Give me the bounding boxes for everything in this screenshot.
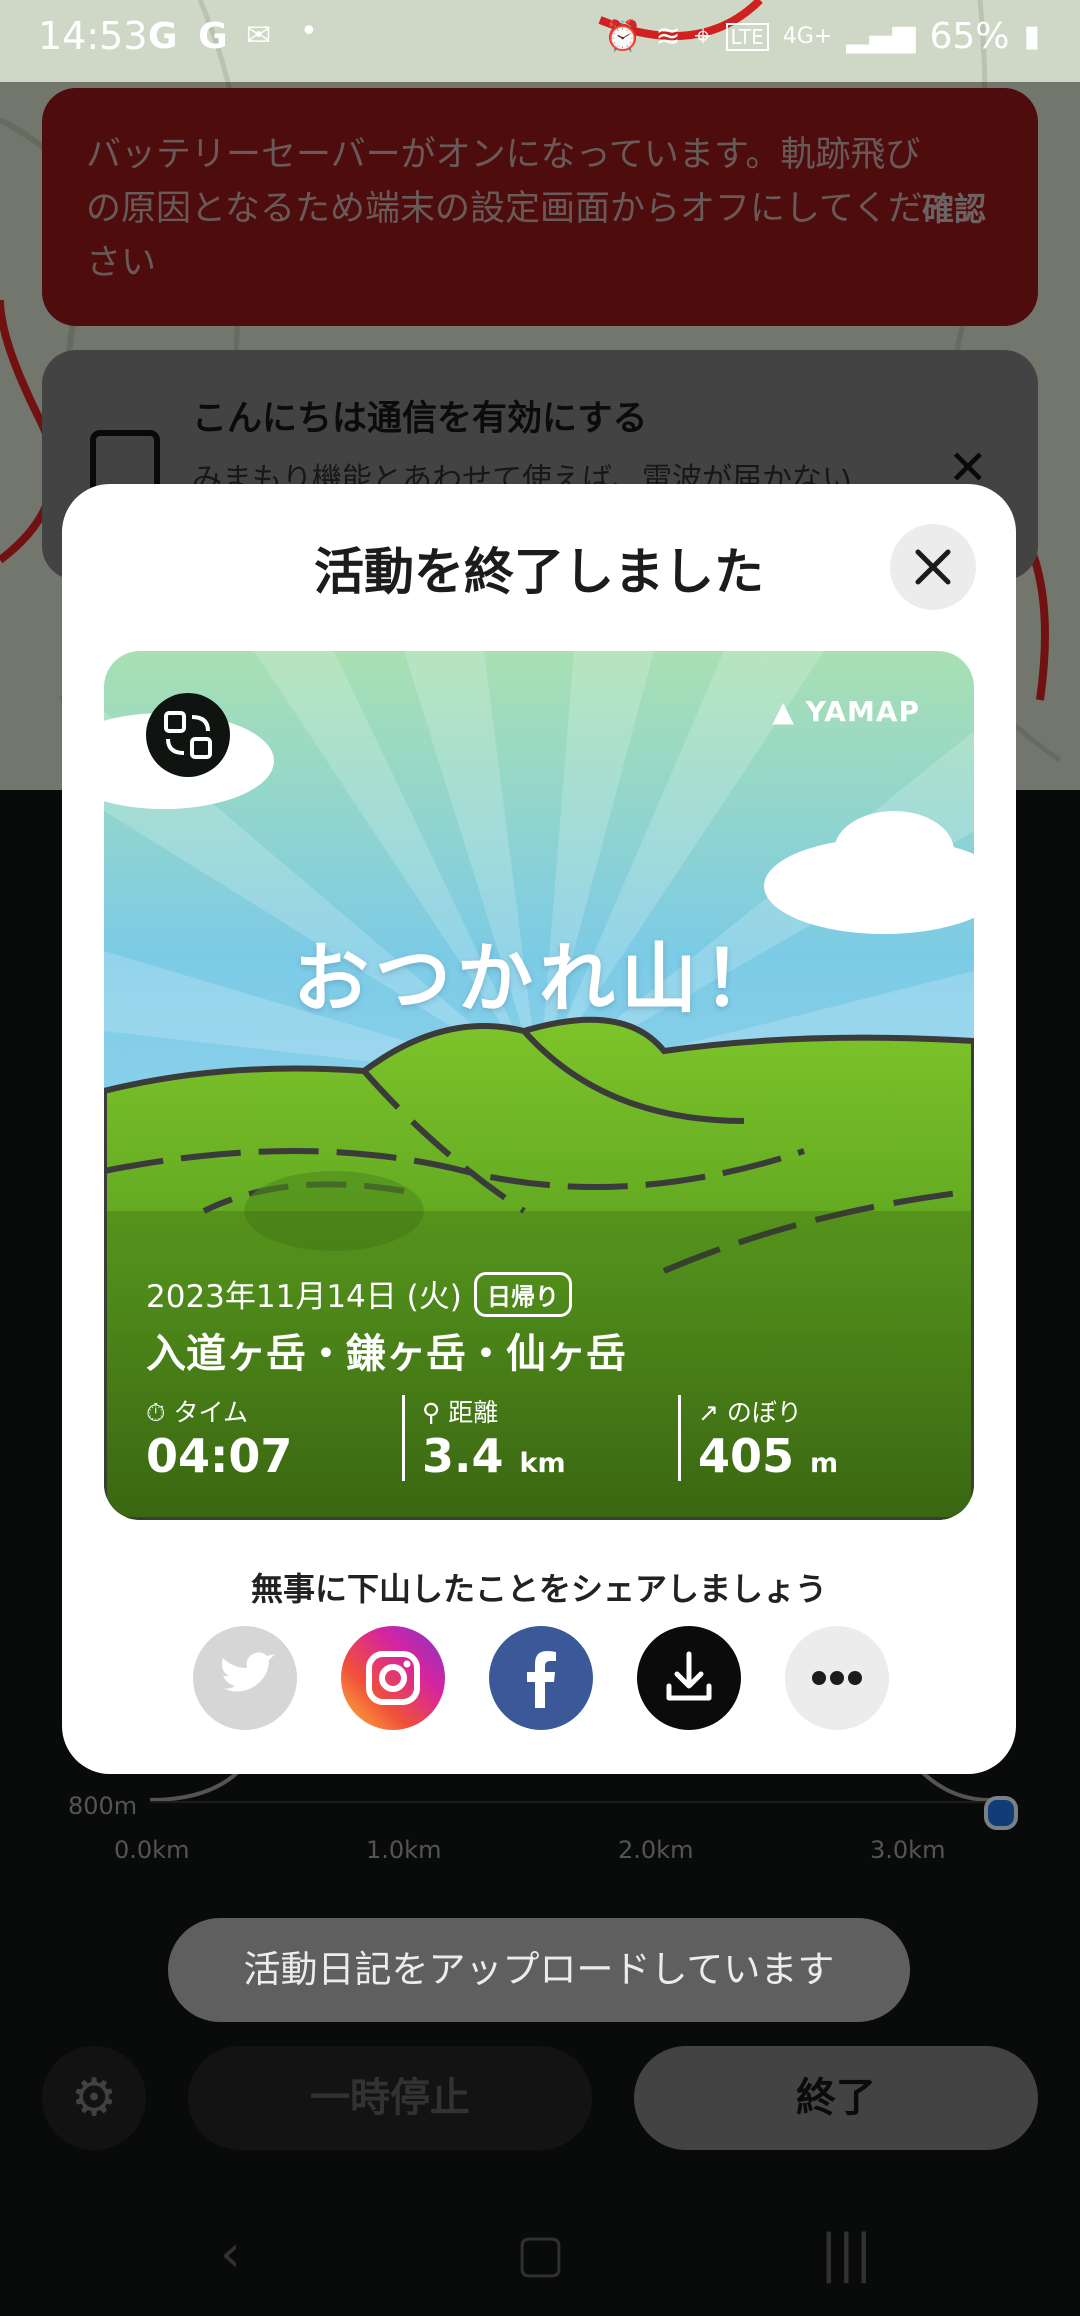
route-pin-icon: ⚲ — [422, 1398, 441, 1427]
download-icon — [666, 1651, 712, 1701]
climb-stat-value: 405 m — [698, 1429, 839, 1483]
mail-icon: ✉ — [246, 18, 272, 53]
instagram-icon — [366, 1651, 420, 1705]
google-notification-icons: G G — [148, 16, 232, 57]
dot-icon: • — [300, 14, 318, 49]
close-button[interactable] — [890, 524, 976, 610]
facebook-icon — [527, 1651, 556, 1708]
twitter-share-button[interactable] — [193, 1626, 297, 1730]
climb-stat-label: ↗ のぼり — [698, 1398, 802, 1427]
close-icon — [915, 549, 951, 585]
upload-toast: 活動日記をアップロードしています — [168, 1918, 910, 2022]
distance-stat-value: 3.4 km — [422, 1429, 566, 1483]
climb-unit: m — [810, 1448, 839, 1479]
instagram-share-button[interactable] — [341, 1626, 445, 1730]
alarm-icon: ⏰ — [604, 19, 642, 54]
distance-unit: km — [519, 1448, 566, 1479]
day-trip-badge: 日帰り — [474, 1272, 572, 1317]
yamap-logo-text: YAMAP — [805, 695, 920, 728]
status-time: 14:53 — [38, 14, 148, 58]
twitter-bird-icon — [221, 1652, 275, 1692]
stat-divider — [678, 1395, 681, 1481]
peaks-title: 入道ヶ岳・鎌ヶ岳・仙ヶ岳 — [146, 1331, 626, 1377]
battery-icon: ▮ — [1023, 19, 1040, 54]
activity-date: 2023年11月14日 (火) — [146, 1279, 462, 1315]
card-headline: おつかれ山！ — [293, 934, 785, 1023]
swap-icon — [164, 711, 212, 759]
mountain-logo-icon: ▲ — [772, 695, 795, 728]
yamap-logo: ▲ YAMAP — [772, 695, 920, 728]
activity-complete-dialog: 活動を終了しました ▲ YAMAP おつかれ山！ 2023年11月14日 (火)… — [62, 484, 1016, 1774]
signal-icon: ▂▄▆ — [846, 19, 916, 54]
location-icon: ⌖ — [694, 19, 712, 54]
battery-percent: 65% — [929, 16, 1010, 57]
time-stat-value: 04:07 — [146, 1429, 293, 1483]
status-bar: 14:53 G G ✉ • ⏰ ≋ ⌖ LTE 4G+ ▂▄▆ 65% ▮ — [0, 0, 1080, 82]
network-4g-icon: 4G+ — [782, 24, 833, 49]
time-stat-label: ⏱ タイム — [146, 1398, 248, 1427]
distance-stat-label: ⚲ 距離 — [422, 1398, 499, 1427]
share-prompt: 無事に下山したことをシェアしましょう — [250, 1570, 827, 1608]
facebook-share-button[interactable] — [489, 1626, 593, 1730]
stat-divider — [402, 1395, 405, 1481]
card-illustration — [104, 651, 974, 1520]
download-button[interactable] — [637, 1626, 741, 1730]
volte-icon: LTE — [725, 22, 769, 51]
vibrate-icon: ≋ — [655, 19, 681, 54]
share-card-image: ▲ YAMAP おつかれ山！ 2023年11月14日 (火) 日帰り 入道ヶ岳・… — [104, 651, 974, 1520]
uphill-icon: ↗ — [698, 1398, 719, 1427]
switch-card-button[interactable] — [146, 693, 230, 777]
dialog-title: 活動を終了しました — [314, 543, 764, 601]
more-dots-icon — [812, 1671, 862, 1685]
more-share-button[interactable] — [785, 1626, 889, 1730]
stopwatch-icon: ⏱ — [146, 1398, 166, 1427]
